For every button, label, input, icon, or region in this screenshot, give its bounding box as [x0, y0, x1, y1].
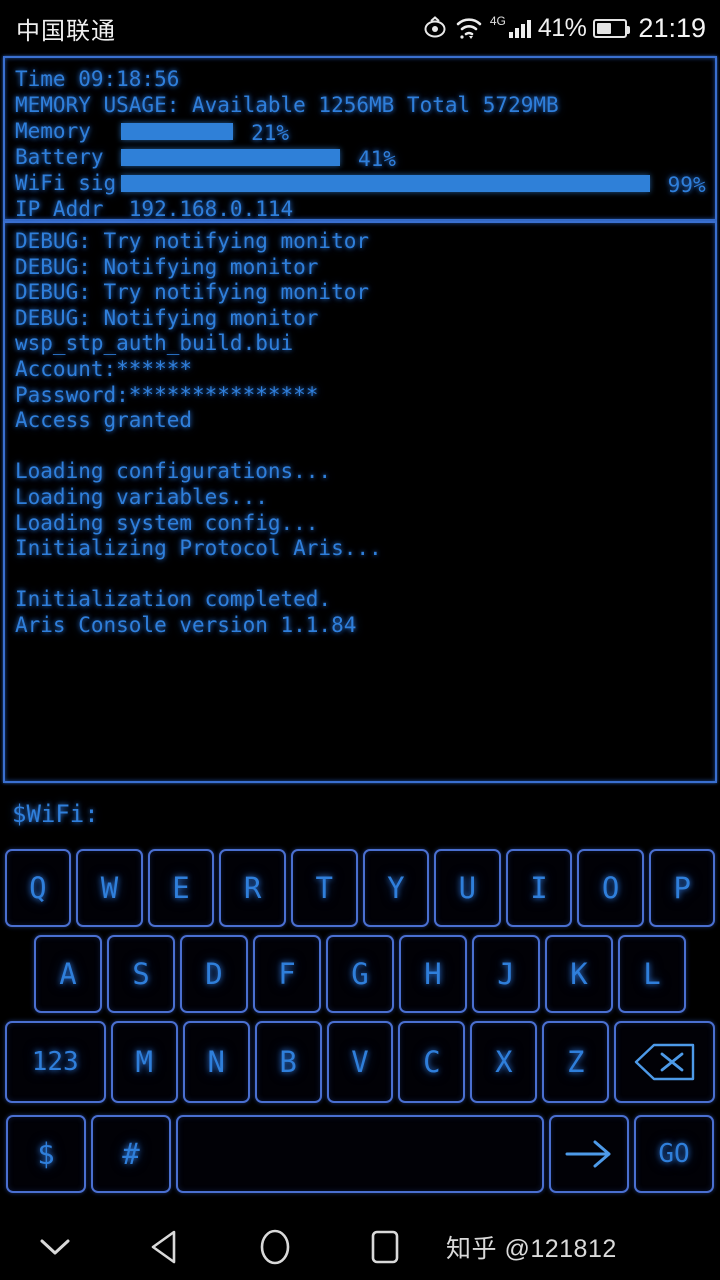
- system-status-bar: 中国联通 4G 41% 21:19: [0, 0, 720, 56]
- key-n[interactable]: N: [182, 1021, 250, 1103]
- console-line: Initializing Protocol Aris...: [15, 536, 382, 561]
- key-hash[interactable]: #: [91, 1115, 171, 1193]
- key-e[interactable]: E: [147, 849, 215, 927]
- console-line: Access granted: [15, 408, 193, 433]
- key-g[interactable]: G: [326, 935, 394, 1013]
- back-triangle-icon[interactable]: [110, 1214, 220, 1280]
- key-x[interactable]: X: [470, 1021, 538, 1103]
- meter-track: 21%: [121, 121, 655, 145]
- console-line: DEBUG: Notifying monitor: [15, 305, 319, 330]
- recents-square-icon[interactable]: [330, 1214, 440, 1280]
- meter-list: Memory 21% Battery 41% WiFi sig 99%: [15, 118, 706, 197]
- prompt-label: $WiFi:: [12, 800, 99, 828]
- key-backspace[interactable]: [614, 1021, 716, 1103]
- console-line: DEBUG: Notifying monitor: [15, 254, 319, 279]
- meter-label: Memory: [15, 119, 104, 143]
- ip-address-line: IP Addr 192.168.0.114: [15, 197, 294, 221]
- carrier-label: 中国联通: [16, 17, 116, 45]
- android-navigation-bar[interactable]: 知乎 @121812: [0, 1214, 720, 1280]
- key-enter[interactable]: [549, 1115, 629, 1193]
- meter-row: Battery 41%: [15, 144, 705, 171]
- memory-usage-line: MEMORY USAGE: Available 1256MB Total 572…: [15, 93, 559, 117]
- key-numeric-switch[interactable]: 123: [4, 1021, 106, 1103]
- console-line: Loading configurations...: [15, 459, 332, 484]
- meter-percent: 41%: [357, 146, 396, 171]
- meter-fill: [121, 148, 340, 166]
- console-line: Aris Console version 1.1.84: [15, 612, 357, 637]
- home-circle-icon[interactable]: [220, 1214, 330, 1280]
- meter-label: WiFi sig: [15, 171, 117, 195]
- signal-bars-icon: [508, 18, 531, 38]
- key-p[interactable]: P: [648, 849, 716, 927]
- key-k[interactable]: K: [545, 935, 613, 1013]
- console-line: DEBUG: Try notifying monitor: [15, 229, 370, 253]
- console-line: Loading system config...: [15, 510, 319, 535]
- key-y[interactable]: Y: [362, 849, 430, 927]
- key-v[interactable]: V: [326, 1021, 394, 1103]
- key-c[interactable]: C: [398, 1021, 466, 1103]
- meter-row: Memory 21%: [15, 118, 705, 145]
- key-h[interactable]: H: [399, 935, 467, 1013]
- meter-percent: 21%: [251, 120, 290, 145]
- key-b[interactable]: B: [254, 1021, 322, 1103]
- battery-percent-label: 41%: [537, 13, 587, 42]
- on-screen-keyboard[interactable]: QWERTYUIOP ASDFGHJKL 123 M N B V C X Z $ # GO: [0, 849, 720, 1193]
- key-j[interactable]: J: [472, 935, 540, 1013]
- key-dollar[interactable]: $: [6, 1115, 86, 1193]
- chevron-down-icon[interactable]: [0, 1214, 110, 1280]
- key-i[interactable]: I: [505, 849, 573, 927]
- meter-fill: [121, 174, 650, 192]
- clock-label: 21:19: [638, 12, 706, 43]
- key-w[interactable]: W: [76, 849, 143, 927]
- key-a[interactable]: A: [34, 935, 102, 1013]
- console-line: wsp_stp_auth_build.bui: [15, 331, 294, 356]
- console-line: DEBUG: Try notifying monitor: [15, 280, 370, 305]
- key-z[interactable]: Z: [542, 1021, 610, 1103]
- network-type-label: 4G: [489, 14, 506, 28]
- key-u[interactable]: U: [434, 849, 501, 927]
- system-info-panel: Time 09:18:56 MEMORY USAGE: Available 12…: [3, 56, 717, 221]
- meter-label: Battery: [15, 145, 117, 169]
- meter-percent: 99%: [667, 172, 706, 197]
- console-output-panel[interactable]: DEBUG: Try notifying monitor DEBUG: Notif…: [3, 221, 717, 783]
- eye-icon: [422, 16, 448, 40]
- key-d[interactable]: D: [180, 935, 248, 1013]
- key-o[interactable]: O: [577, 849, 644, 927]
- key-m[interactable]: M: [110, 1021, 178, 1103]
- command-prompt-input[interactable]: $WiFi:: [0, 783, 720, 845]
- key-t[interactable]: T: [290, 849, 358, 927]
- console-line: Account:******: [15, 356, 193, 381]
- console-line: Loading variables...: [15, 484, 268, 509]
- keyboard-row-4: $ # GO: [2, 1115, 718, 1193]
- key-q[interactable]: Q: [4, 849, 72, 927]
- console-line: Initialization completed.: [15, 587, 332, 612]
- watermark-label: 知乎 @121812: [446, 1235, 617, 1263]
- console-line: Password:***************: [15, 382, 319, 407]
- battery-icon: [593, 18, 631, 38]
- meter-track: 99%: [121, 173, 706, 197]
- key-go[interactable]: GO: [634, 1115, 714, 1193]
- status-bar-right-group: 4G 41% 21:19: [422, 13, 706, 44]
- key-space[interactable]: [176, 1115, 544, 1193]
- system-time-line: Time 09:18:56: [15, 67, 180, 91]
- meter-track: 41%: [121, 147, 655, 171]
- console-line-list: DEBUG: Try notifying monitor DEBUG: Notif…: [15, 229, 705, 639]
- wifi-icon: [455, 16, 483, 40]
- key-s[interactable]: S: [107, 935, 175, 1013]
- key-l[interactable]: L: [618, 935, 686, 1013]
- key-r[interactable]: R: [219, 849, 286, 927]
- keyboard-row-3: 123 M N B V C X Z: [2, 1021, 718, 1103]
- keyboard-row-1: QWERTYUIOP: [2, 849, 718, 927]
- meter-fill: [121, 122, 234, 140]
- keyboard-row-2: ASDFGHJKL: [2, 935, 718, 1013]
- meter-row: WiFi sig 99%: [15, 170, 706, 197]
- key-f[interactable]: F: [253, 935, 321, 1013]
